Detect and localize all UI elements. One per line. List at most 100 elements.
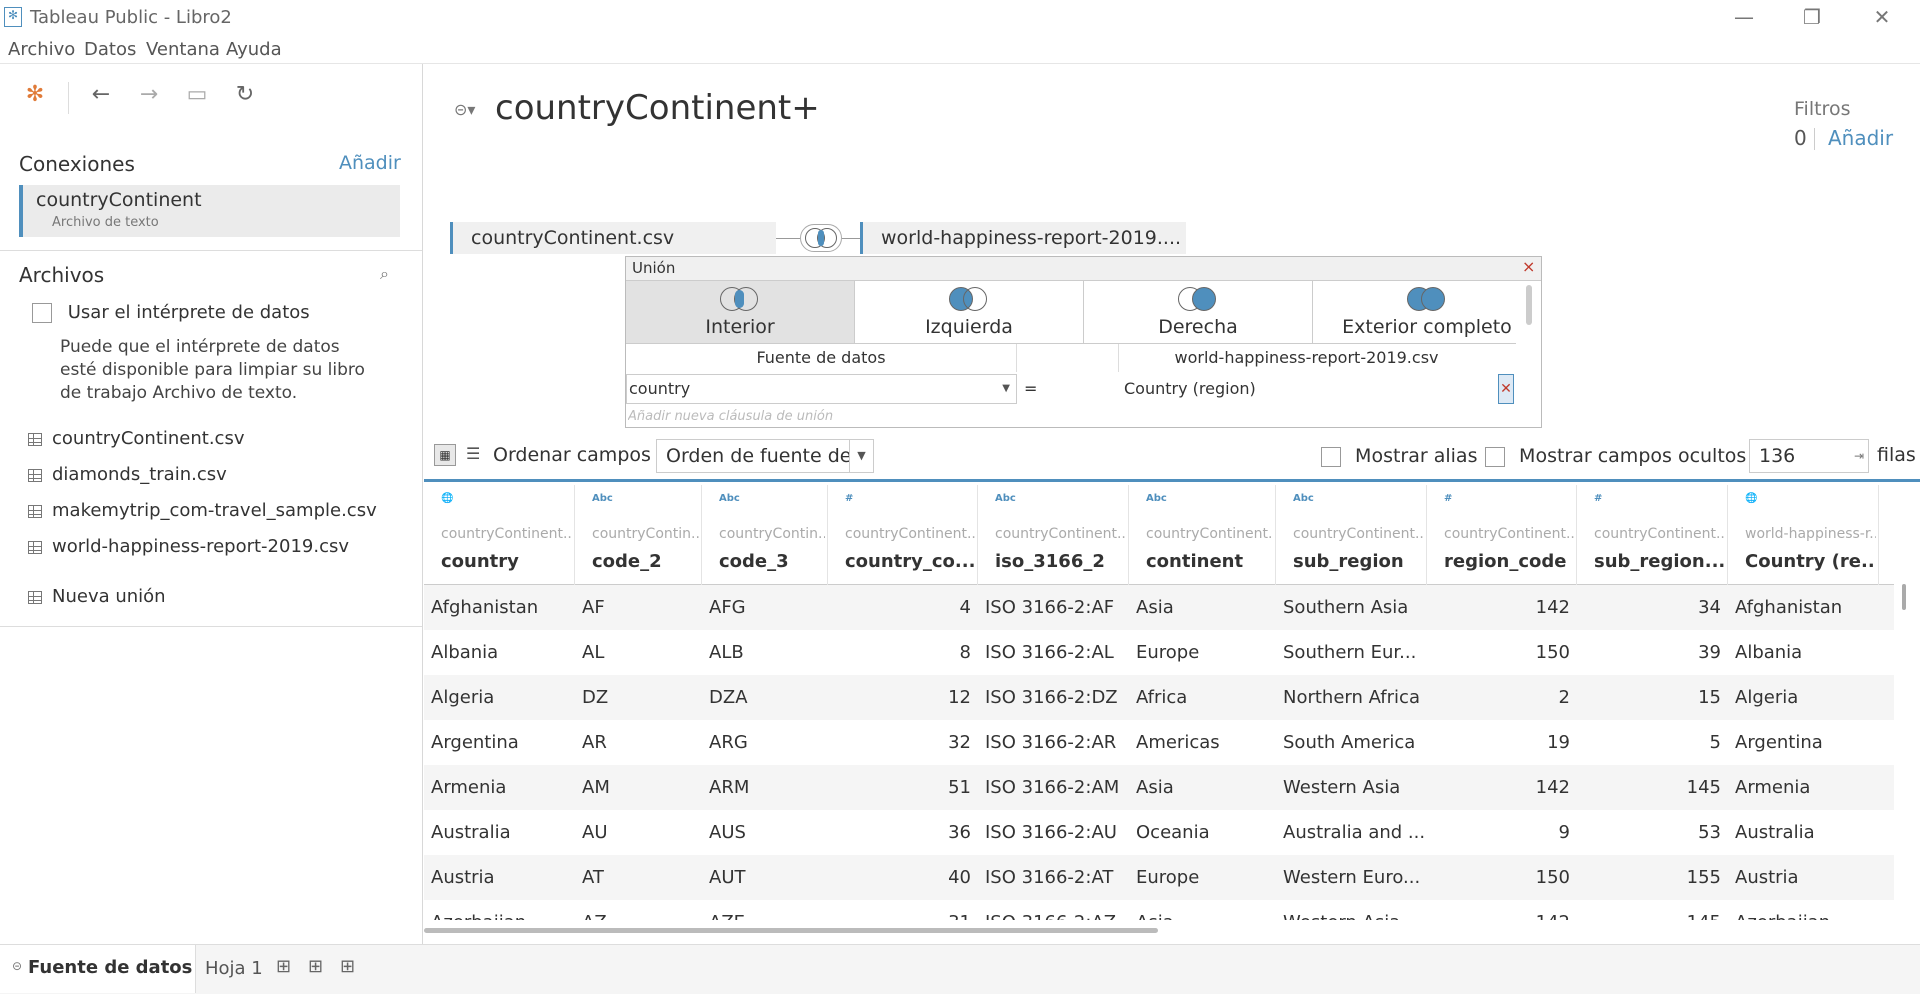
table-cell: ARM bbox=[702, 765, 828, 810]
left-field-value: country bbox=[629, 379, 691, 398]
grid-column[interactable]: 🌐 countryContinent.... country Afghanistan A… bbox=[424, 485, 575, 920]
restore-button[interactable]: ❐ bbox=[1778, 0, 1846, 34]
file-item[interactable]: makemytrip_com-travel_sample.csv bbox=[28, 500, 377, 521]
field-type-icon[interactable]: 🌐 bbox=[1745, 493, 1757, 504]
field-type-icon[interactable]: 🌐 bbox=[441, 493, 453, 504]
add-filter-link[interactable]: Añadir bbox=[1828, 126, 1893, 150]
grid-column[interactable]: 🌐 world-happiness-r... Country (re... Afgha… bbox=[1728, 485, 1879, 920]
minimize-button[interactable]: — bbox=[1710, 0, 1778, 34]
connection-item[interactable]: countryContinent Archivo de texto bbox=[19, 185, 400, 237]
refresh-icon[interactable]: ↻ bbox=[230, 82, 260, 112]
grid-column[interactable]: # countryContinent.... country_co... 4 8 12 32… bbox=[828, 485, 978, 920]
right-table-pill[interactable]: world-happiness-report-2019.... bbox=[860, 222, 1186, 254]
grid-column[interactable]: Abc countryContinent.... iso_3166_2 ISO 316… bbox=[978, 485, 1129, 920]
tab-datasource[interactable]: ⊝ Fuente de datos bbox=[0, 945, 196, 993]
table-cell: DZ bbox=[575, 675, 702, 720]
join-type-label: Interior bbox=[705, 316, 775, 338]
new-sheet-icon[interactable]: ⊞ bbox=[276, 956, 291, 977]
field-type-icon[interactable]: Abc bbox=[995, 493, 1016, 504]
grid-column[interactable]: Abc countryContin... code_2 AFALDZARAMAUATA… bbox=[575, 485, 702, 920]
grid-column[interactable]: Abc countryContinent.... continent Asia Euro… bbox=[1129, 485, 1276, 920]
sort-order-select[interactable]: Orden de fuente de ▼ bbox=[656, 439, 874, 473]
join-type-inner[interactable]: Interior bbox=[626, 281, 855, 343]
vertical-scrollbar-thumb[interactable] bbox=[1902, 584, 1906, 610]
new-union-item[interactable]: Nueva unión bbox=[28, 586, 166, 607]
field-name[interactable]: region_code bbox=[1444, 551, 1574, 572]
field-type-icon[interactable]: Abc bbox=[592, 493, 613, 504]
field-type-icon[interactable]: # bbox=[1444, 493, 1452, 504]
add-connection-link[interactable]: Añadir bbox=[339, 152, 401, 174]
join-operator[interactable]: = bbox=[1024, 374, 1037, 404]
interpreter-checkbox-row[interactable]: Usar el intérprete de datos bbox=[32, 302, 310, 323]
sort-fields-label: Ordenar campos bbox=[493, 444, 651, 466]
field-type-icon[interactable]: # bbox=[1594, 493, 1602, 504]
scrollbar-thumb[interactable] bbox=[1526, 285, 1532, 325]
file-item[interactable]: world-happiness-report-2019.csv bbox=[28, 536, 349, 557]
horizontal-scrollbar-thumb[interactable] bbox=[424, 928, 1158, 933]
field-name[interactable]: code_2 bbox=[592, 551, 699, 572]
grid-column[interactable]: Abc countryContinent.... sub_region Souther… bbox=[1276, 485, 1427, 920]
filters-divider bbox=[1814, 128, 1815, 150]
close-button[interactable]: ✕ bbox=[1848, 0, 1916, 34]
field-type-icon[interactable]: # bbox=[845, 493, 853, 504]
right-field-value[interactable]: Country (region) bbox=[1124, 374, 1256, 404]
list-view-icon[interactable]: ☰ bbox=[466, 444, 480, 463]
field-name[interactable]: iso_3166_2 bbox=[995, 551, 1126, 572]
interpreter-checkbox[interactable] bbox=[32, 303, 52, 323]
file-item[interactable]: diamonds_train.csv bbox=[28, 464, 227, 485]
show-hidden-checkbox[interactable] bbox=[1485, 446, 1505, 467]
field-source: countryContinent.... bbox=[845, 526, 975, 542]
arrow-right-icon[interactable]: ⇥ bbox=[1854, 440, 1864, 472]
tableau-logo-icon: ✻ bbox=[4, 7, 22, 27]
show-hidden-toggle[interactable]: Mostrar campos ocultos bbox=[1485, 445, 1746, 467]
left-table-pill[interactable]: countryContinent.csv bbox=[450, 222, 776, 254]
datasource-icon[interactable]: ⊝▾ bbox=[454, 100, 475, 119]
field-name[interactable]: country_co... bbox=[845, 551, 975, 572]
table-cell: AL bbox=[575, 630, 702, 675]
filters-count: 0 bbox=[1794, 126, 1807, 150]
field-type-icon[interactable]: Abc bbox=[719, 493, 740, 504]
grid-column[interactable]: Abc countryContin... code_3 AFG ALB DZA ARG ARM… bbox=[702, 485, 828, 920]
tableau-home-icon[interactable]: ✻ bbox=[20, 82, 50, 112]
close-icon[interactable]: × bbox=[1522, 257, 1535, 276]
rows-input[interactable]: 136 ⇥ bbox=[1749, 439, 1869, 473]
rows-value: 136 bbox=[1759, 445, 1796, 467]
left-panel: ✻ ← → ▭ ↻ Conexiones Añadir countryConti… bbox=[0, 64, 423, 944]
menu-archivo[interactable]: Archivo bbox=[8, 39, 75, 60]
field-name[interactable]: Country (re... bbox=[1745, 551, 1876, 572]
field-type-icon[interactable]: Abc bbox=[1293, 493, 1314, 504]
grid-column[interactable]: # countryContinent.... sub_region... 34 39 15… bbox=[1577, 485, 1728, 920]
back-arrow-icon[interactable]: ← bbox=[86, 82, 116, 112]
save-icon[interactable]: ▭ bbox=[182, 82, 212, 112]
show-alias-toggle[interactable]: Mostrar alias bbox=[1321, 445, 1477, 467]
menu-datos[interactable]: Datos bbox=[84, 39, 136, 60]
grid-column[interactable]: # countryContinent.... region_code 142 150 2 1… bbox=[1427, 485, 1577, 920]
field-type-icon[interactable]: Abc bbox=[1146, 493, 1167, 504]
table-cell: ISO 3166-2:AM bbox=[978, 765, 1129, 810]
add-clause-placeholder[interactable]: Añadir nueva cláusula de unión bbox=[628, 409, 928, 427]
join-icon[interactable] bbox=[800, 224, 842, 252]
remove-clause-icon[interactable]: ✕ bbox=[1498, 374, 1514, 404]
show-alias-checkbox[interactable] bbox=[1321, 446, 1341, 467]
datasource-title[interactable]: countryContinent+ bbox=[495, 88, 820, 128]
join-type-full-outer[interactable]: Exterior completo bbox=[1313, 281, 1541, 343]
field-name[interactable]: sub_region... bbox=[1594, 551, 1725, 572]
new-dashboard-icon[interactable]: ⊞ bbox=[308, 956, 323, 977]
forward-arrow-icon[interactable]: → bbox=[134, 82, 164, 112]
table-cell: AM bbox=[575, 765, 702, 810]
grid-column[interactable]: #worldLad bbox=[1879, 485, 1894, 920]
field-name[interactable]: country bbox=[441, 551, 572, 572]
field-name[interactable]: code_3 bbox=[719, 551, 825, 572]
file-item[interactable]: countryContinent.csv bbox=[28, 428, 244, 449]
tab-sheet-1[interactable]: Hoja 1 bbox=[205, 958, 263, 979]
new-story-icon[interactable]: ⊞ bbox=[340, 956, 355, 977]
menu-ventana[interactable]: Ventana bbox=[146, 39, 220, 60]
left-field-select[interactable]: country ▼ bbox=[626, 374, 1017, 404]
field-name[interactable]: continent bbox=[1146, 551, 1273, 572]
grid-view-icon[interactable]: ▦ bbox=[434, 444, 456, 466]
join-type-right[interactable]: Derecha bbox=[1084, 281, 1313, 343]
field-name[interactable]: sub_region bbox=[1293, 551, 1424, 572]
search-icon[interactable]: ⌕ bbox=[380, 264, 389, 284]
menu-ayuda[interactable]: Ayuda bbox=[226, 39, 282, 60]
join-type-left[interactable]: Izquierda bbox=[855, 281, 1084, 343]
